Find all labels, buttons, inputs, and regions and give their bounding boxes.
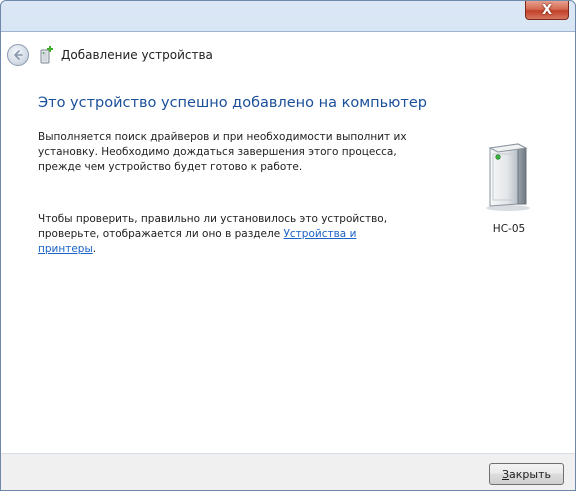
close-button[interactable]: Закрыть [489, 463, 564, 485]
device-name: HC-05 [492, 223, 526, 235]
verify-text-end: . [92, 243, 97, 255]
page-title: Это устройство успешно добавлено на комп… [38, 95, 427, 111]
wizard-title: Добавление устройства [61, 48, 213, 62]
device-tile: HC-05 [467, 140, 547, 240]
close-button-label: Закрыть [501, 467, 551, 481]
window-close-button[interactable]: X [525, 1, 569, 20]
close-icon: X [541, 2, 553, 18]
back-arrow-icon [14, 50, 23, 60]
wizard-header: Добавление устройства [1, 31, 575, 76]
main-content: Это устройство успешно добавлено на комп… [1, 75, 575, 453]
device-tower-icon [486, 143, 530, 211]
add-device-window: X Добавление устройства Это устройство у… [0, 0, 576, 491]
device-add-icon [40, 46, 53, 64]
info-paragraph: Выполняется поиск драйверов и при необхо… [38, 131, 407, 173]
footer-bar: Закрыть [1, 453, 575, 490]
verify-paragraph: Чтобы проверить, правильно ли установило… [38, 212, 398, 257]
title-bar[interactable]: X [1, 1, 575, 31]
back-button[interactable] [7, 44, 29, 66]
